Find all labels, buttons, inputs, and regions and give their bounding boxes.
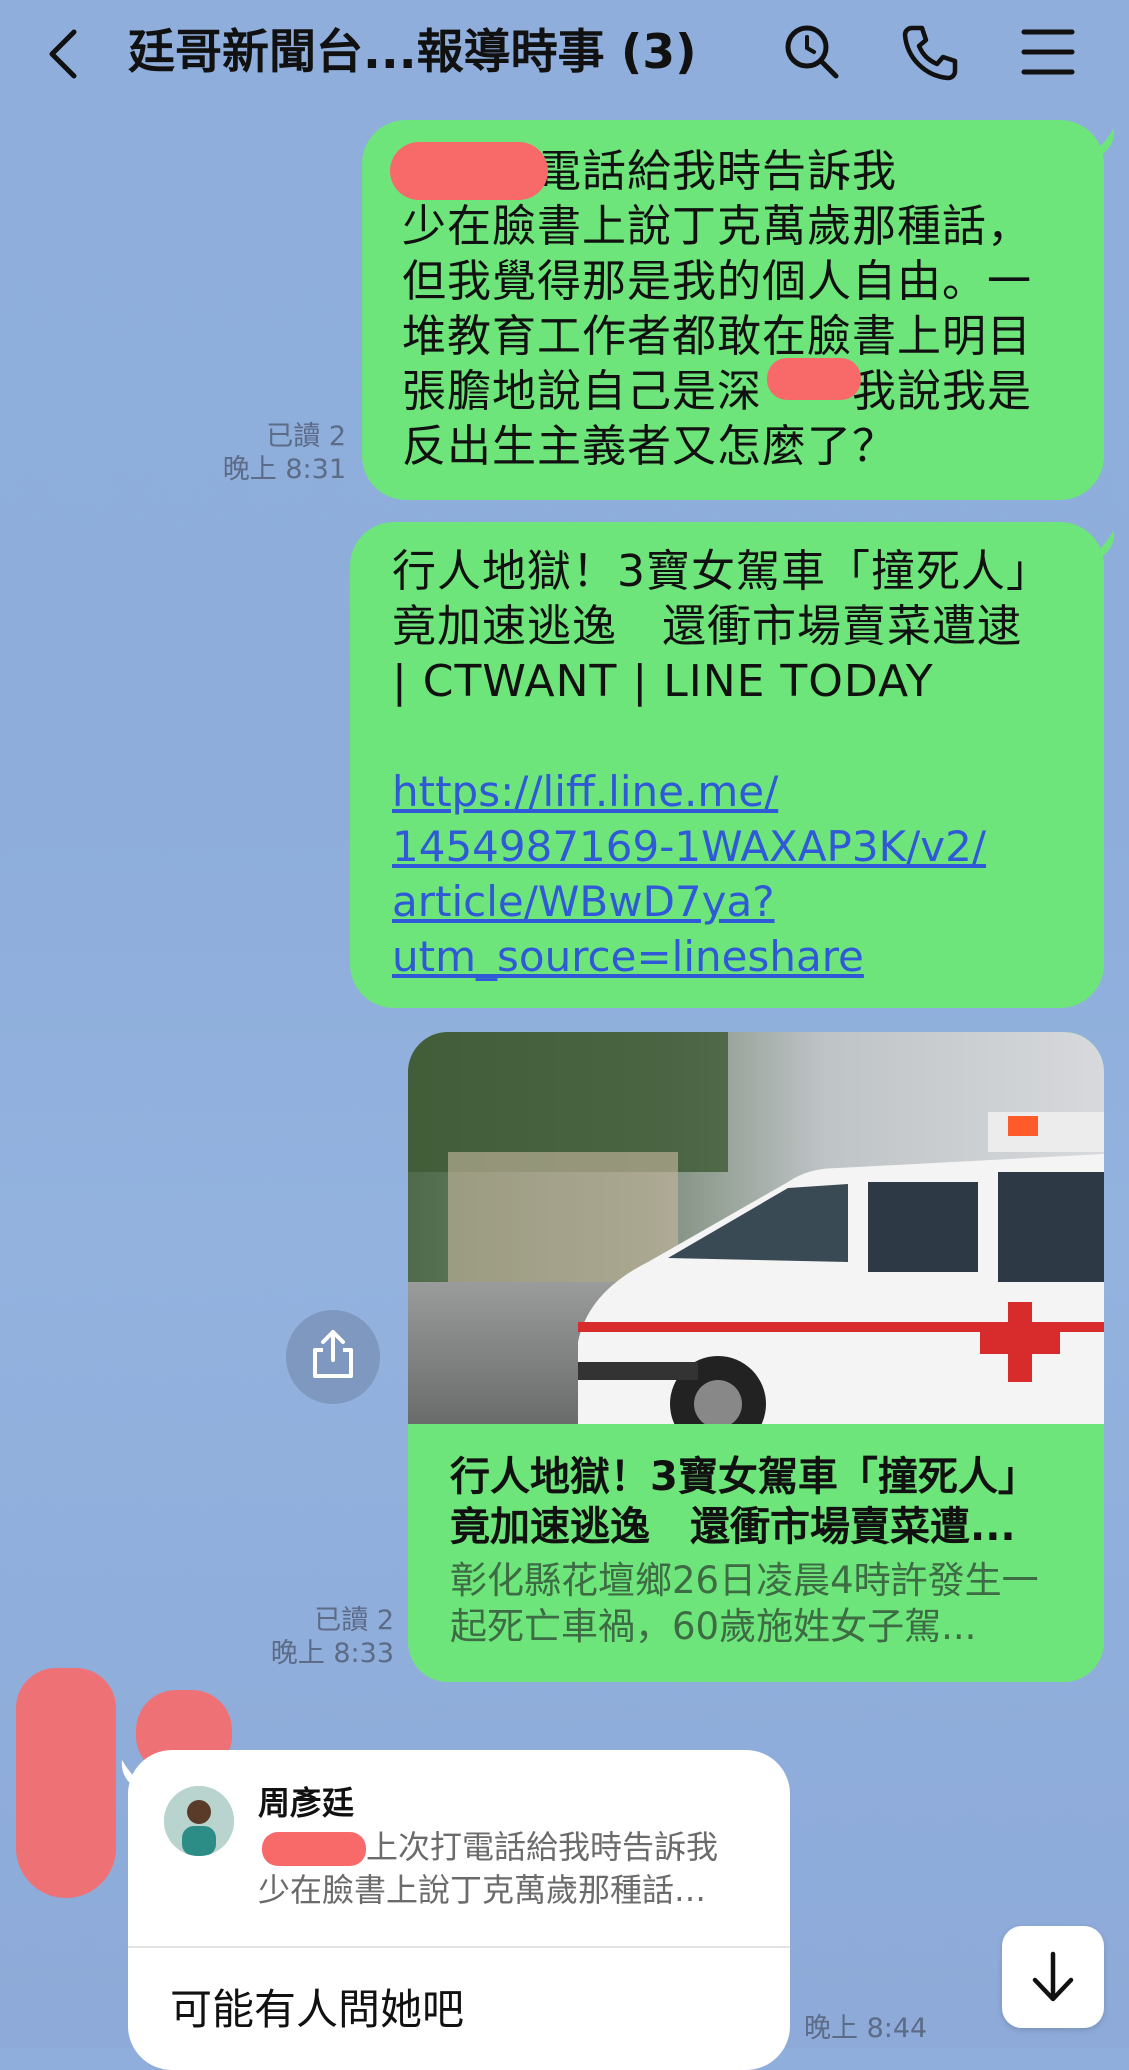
timestamp: 晚上 8:31 xyxy=(222,454,346,485)
phone-icon[interactable] xyxy=(898,20,962,84)
message-meta-3: 已讀 2 晚上 8:33 xyxy=(228,1604,394,1670)
share-icon xyxy=(313,1330,353,1378)
avatar xyxy=(164,1786,234,1856)
card-title: 行人地獄！3寶女駕車「撞死人」竟加速逃逸 還衝市場賣菜遭... xyxy=(450,1454,1038,1550)
message-link[interactable]: https://liff.line.me/ 1454987169-1WAXAP3… xyxy=(392,764,1092,984)
message-text-2: 行人地獄！3寶女駕車「撞死人」 竟加速逃逸 還衝市場賣菜遭逮 | CTWANT … xyxy=(392,546,1051,707)
bubble-tail xyxy=(121,1760,150,1790)
message-meta-1: 已讀 2 晚上 8:31 xyxy=(180,420,346,486)
redaction-mark xyxy=(390,142,548,200)
quoted-sender-name: 周彥廷 xyxy=(258,1784,355,1822)
link-line[interactable]: article/WBwD7ya? xyxy=(392,874,1092,929)
link-line[interactable]: https://liff.line.me/ xyxy=(392,764,1092,819)
back-icon[interactable] xyxy=(40,26,90,82)
link-preview-card[interactable]: 行人地獄！3寶女駕車「撞死人」竟加速逃逸 還衝市場賣菜遭... 彰化縣花壇鄉26… xyxy=(408,1032,1104,1682)
reply-text: 可能有人問她吧 xyxy=(170,1985,465,2034)
timestamp: 晚上 8:33 xyxy=(270,1638,394,1669)
link-line[interactable]: 1454987169-1WAXAP3K/v2/ xyxy=(392,819,1092,874)
reply-message-bubble[interactable]: 周彥廷 上次打電話給我時告訴我 少在臉書上說丁克萬歲那種話… 可能有人問她吧 xyxy=(121,1750,790,2070)
redaction-mark xyxy=(262,1832,366,1866)
redaction-mark xyxy=(16,1668,116,1898)
timestamp: 晚上 8:44 xyxy=(804,2013,928,2044)
link-line[interactable]: utm_source=lineshare xyxy=(392,929,1092,984)
article-image xyxy=(408,1032,1104,1424)
card-description: 彰化縣花壇鄉26日凌晨4時許發生一起死亡車禍，60歲施姓女子駕... xyxy=(450,1559,1039,1648)
chat-title[interactable]: 廷哥新聞台...報導時事 (3) xyxy=(128,20,697,86)
message-bubble-2[interactable]: 行人地獄！3寶女駕車「撞死人」 竟加速逃逸 還衝市場賣菜遭逮 | CTWANT … xyxy=(350,522,1115,1008)
redaction-mark xyxy=(767,358,861,400)
arrow-down-icon xyxy=(1032,1951,1074,2002)
read-status: 已讀 2 xyxy=(266,421,346,452)
chat-header: 廷哥新聞台...報導時事 (3) xyxy=(0,0,1129,110)
quoted-text-line: 少在臉書上說丁克萬歲那種話… xyxy=(258,1871,707,1909)
read-status: 已讀 2 xyxy=(314,1605,394,1636)
share-button[interactable] xyxy=(286,1310,380,1404)
scroll-to-bottom-button[interactable] xyxy=(1002,1926,1104,2028)
divider xyxy=(128,1946,790,1948)
bubble-tail xyxy=(1086,530,1115,560)
bubble-tail xyxy=(1086,128,1115,158)
search-icon[interactable] xyxy=(780,20,844,84)
message-bubble-1[interactable]: 上次打電話給我時告訴我 少在臉書上說丁克萬歲那種話， 但我覺得那是我的個人自由。… xyxy=(362,120,1115,500)
menu-icon[interactable] xyxy=(1018,20,1082,84)
